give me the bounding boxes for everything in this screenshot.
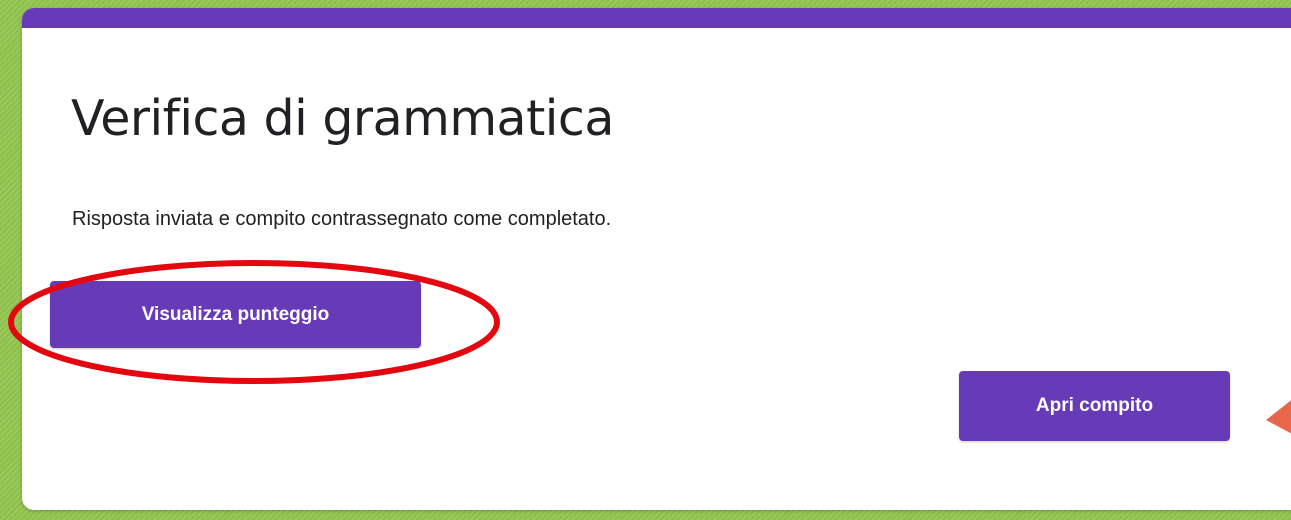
view-score-button[interactable]: Visualizza punteggio — [50, 281, 421, 348]
card-accent-bar — [22, 8, 1291, 28]
page: { "form": { "title": "Verifica di gramma… — [0, 0, 1291, 520]
form-title: Verifica di grammatica — [71, 90, 614, 147]
open-assignment-button[interactable]: Apri compito — [959, 371, 1230, 441]
confirmation-message: Risposta inviata e compito contrassegnat… — [72, 208, 612, 230]
